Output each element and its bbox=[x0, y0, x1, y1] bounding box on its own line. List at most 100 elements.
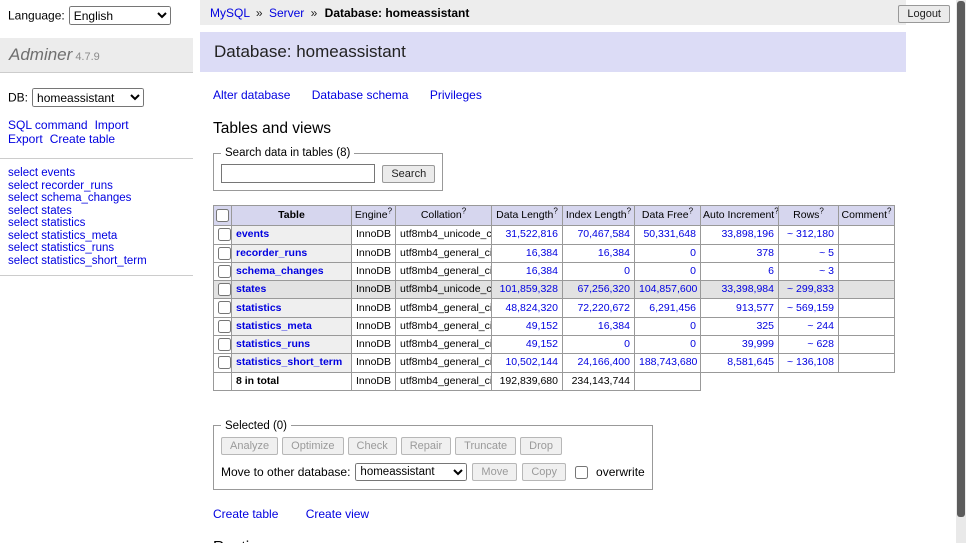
bulk-optimize-button[interactable]: Optimize bbox=[282, 437, 343, 455]
data-length-link[interactable]: 101,859,328 bbox=[500, 283, 558, 295]
move-button[interactable]: Move bbox=[472, 463, 517, 481]
create-table-link[interactable]: Create table bbox=[213, 507, 278, 521]
auto-increment-link[interactable]: 8,581,645 bbox=[727, 356, 774, 368]
data-length-link[interactable]: 49,152 bbox=[526, 320, 558, 332]
select-table-link[interactable]: select bbox=[8, 205, 38, 217]
sidebar-table-name-link[interactable]: statistics_meta bbox=[41, 230, 117, 242]
breadcrumb-server-link[interactable]: Server bbox=[269, 6, 304, 20]
rows-count-link[interactable]: ~ 136,108 bbox=[787, 356, 834, 368]
alter-database-link[interactable]: Alter database bbox=[213, 88, 290, 102]
bulk-analyze-button[interactable]: Analyze bbox=[221, 437, 278, 455]
data-length-link[interactable]: 16,384 bbox=[526, 247, 558, 259]
select-table-link[interactable]: select bbox=[8, 192, 38, 204]
sidebar-table-name-link[interactable]: schema_changes bbox=[41, 192, 131, 204]
column-help-link[interactable]: ? bbox=[689, 207, 693, 216]
export-link[interactable]: Export bbox=[8, 132, 43, 146]
sidebar-table-name-link[interactable]: statistics_runs bbox=[41, 242, 114, 254]
auto-increment-link[interactable]: 378 bbox=[756, 247, 774, 259]
rows-count-link[interactable]: ~ 3 bbox=[819, 265, 834, 277]
rows-count-link[interactable]: ~ 5 bbox=[819, 247, 834, 259]
data-free-link[interactable]: 50,331,648 bbox=[643, 228, 696, 240]
rows-count-link[interactable]: ~ 312,180 bbox=[787, 228, 834, 240]
table-name-link[interactable]: statistics_short_term bbox=[236, 356, 342, 368]
column-help-link[interactable]: ? bbox=[553, 207, 557, 216]
db-select[interactable]: homeassistant bbox=[32, 88, 144, 107]
data-free-link[interactable]: 0 bbox=[690, 338, 696, 350]
sidebar-table-name-link[interactable]: events bbox=[41, 167, 75, 179]
data-free-link[interactable]: 0 bbox=[690, 247, 696, 259]
rows-count-link[interactable]: ~ 628 bbox=[807, 338, 834, 350]
page-scrollbar[interactable] bbox=[956, 0, 966, 543]
sidebar-table-name-link[interactable]: recorder_runs bbox=[41, 180, 113, 192]
auto-increment-link[interactable]: 33,898,196 bbox=[721, 228, 774, 240]
table-name-link[interactable]: statistics bbox=[236, 302, 282, 314]
language-select[interactable]: English bbox=[69, 6, 171, 25]
index-length-link[interactable]: 0 bbox=[624, 338, 630, 350]
select-table-link[interactable]: select bbox=[8, 167, 38, 179]
column-help-link[interactable]: ? bbox=[887, 207, 891, 216]
index-length-link[interactable]: 67,256,320 bbox=[577, 283, 630, 295]
data-free-link[interactable]: 104,857,600 bbox=[639, 283, 697, 295]
create-view-link[interactable]: Create view bbox=[306, 507, 369, 521]
table-name-link[interactable]: recorder_runs bbox=[236, 247, 307, 259]
data-length-link[interactable]: 49,152 bbox=[526, 338, 558, 350]
auto-increment-link[interactable]: 39,999 bbox=[742, 338, 774, 350]
table-name-link[interactable]: events bbox=[236, 228, 269, 240]
select-table-link[interactable]: select bbox=[8, 255, 38, 267]
auto-increment-link[interactable]: 913,577 bbox=[736, 302, 774, 314]
create-table-sidebar-link[interactable]: Create table bbox=[50, 132, 115, 146]
index-length-link[interactable]: 0 bbox=[624, 265, 630, 277]
index-length-link[interactable]: 70,467,584 bbox=[577, 228, 630, 240]
scrollbar-thumb[interactable] bbox=[957, 1, 965, 517]
breadcrumb-mysql-link[interactable]: MySQL bbox=[210, 6, 250, 20]
rows-count-link[interactable]: ~ 299,833 bbox=[787, 283, 834, 295]
select-table-link[interactable]: select bbox=[8, 230, 38, 242]
table-name-link[interactable]: statistics_runs bbox=[236, 338, 310, 350]
column-help-link[interactable]: ? bbox=[462, 207, 466, 216]
data-free-link[interactable]: 0 bbox=[690, 265, 696, 277]
table-name-link[interactable]: schema_changes bbox=[236, 265, 324, 277]
sidebar-table-name-link[interactable]: statistics bbox=[41, 217, 85, 229]
bulk-check-button[interactable]: Check bbox=[348, 437, 397, 455]
data-free-link[interactable]: 188,743,680 bbox=[639, 356, 697, 368]
index-length-link[interactable]: 16,384 bbox=[598, 247, 630, 259]
select-table-link[interactable]: select bbox=[8, 180, 38, 192]
rows-count-link[interactable]: ~ 244 bbox=[807, 320, 834, 332]
search-input[interactable] bbox=[221, 164, 375, 183]
data-length-link[interactable]: 48,824,320 bbox=[505, 302, 558, 314]
row-checkbox[interactable] bbox=[218, 320, 231, 333]
row-checkbox[interactable] bbox=[218, 301, 231, 314]
bulk-drop-button[interactable]: Drop bbox=[520, 437, 562, 455]
import-link[interactable]: Import bbox=[95, 118, 129, 132]
move-db-select[interactable]: homeassistant bbox=[355, 463, 467, 481]
column-help-link[interactable]: ? bbox=[819, 207, 823, 216]
row-checkbox[interactable] bbox=[218, 247, 231, 260]
sql-command-link[interactable]: SQL command bbox=[8, 118, 88, 132]
index-length-link[interactable]: 16,384 bbox=[598, 320, 630, 332]
rows-count-link[interactable]: ~ 569,159 bbox=[787, 302, 834, 314]
bulk-repair-button[interactable]: Repair bbox=[401, 437, 451, 455]
data-length-link[interactable]: 16,384 bbox=[526, 265, 558, 277]
copy-button[interactable]: Copy bbox=[522, 463, 566, 481]
row-checkbox[interactable] bbox=[218, 283, 231, 296]
table-name-link[interactable]: statistics_meta bbox=[236, 320, 312, 332]
index-length-link[interactable]: 72,220,672 bbox=[577, 302, 630, 314]
index-length-link[interactable]: 24,166,400 bbox=[577, 356, 630, 368]
privileges-link[interactable]: Privileges bbox=[430, 88, 482, 102]
row-checkbox[interactable] bbox=[218, 265, 231, 278]
data-free-link[interactable]: 6,291,456 bbox=[649, 302, 696, 314]
select-all-checkbox[interactable] bbox=[216, 209, 229, 222]
data-length-link[interactable]: 31,522,816 bbox=[505, 228, 558, 240]
auto-increment-link[interactable]: 6 bbox=[768, 265, 774, 277]
overwrite-checkbox[interactable] bbox=[575, 466, 588, 479]
table-name-link[interactable]: states bbox=[236, 283, 266, 295]
row-checkbox[interactable] bbox=[218, 356, 231, 369]
select-table-link[interactable]: select bbox=[8, 242, 38, 254]
sidebar-table-name-link[interactable]: states bbox=[41, 205, 72, 217]
select-table-link[interactable]: select bbox=[8, 217, 38, 229]
row-checkbox[interactable] bbox=[218, 228, 231, 241]
column-help-link[interactable]: ? bbox=[774, 207, 778, 216]
auto-increment-link[interactable]: 325 bbox=[756, 320, 774, 332]
column-help-link[interactable]: ? bbox=[388, 207, 392, 216]
search-button[interactable]: Search bbox=[382, 165, 435, 183]
